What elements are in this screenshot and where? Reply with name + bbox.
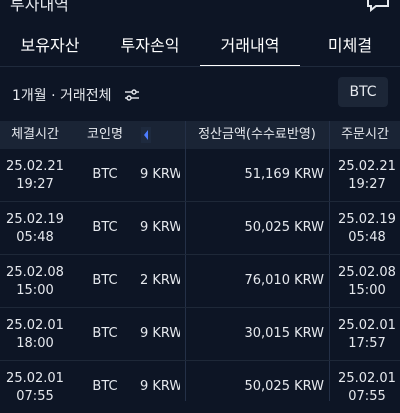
order-time: 25.02.19 05:48: [338, 212, 396, 245]
order-time: 25.02.01 07:55: [338, 371, 396, 404]
exec-time: 25.02.01 18:00: [6, 318, 64, 351]
clipped-amount: 9 KRW: [140, 326, 180, 341]
coin-name: BTC: [92, 220, 118, 235]
header-settlement-amount: 정산금액(수수료반영): [198, 127, 316, 142]
header-order-time: 주문시간: [341, 127, 389, 142]
coin-name: BTC: [92, 167, 118, 182]
order-time: 25.02.21 19:27: [338, 159, 396, 192]
exec-time: 25.02.08 15:00: [6, 265, 64, 298]
order-time: 25.02.01 17:57: [338, 318, 396, 351]
top-bar: 투자내역: [0, 0, 400, 14]
tab-profit-loss[interactable]: 투자손익: [100, 26, 200, 66]
filter-bar: 1개월 · 거래전체 BTC: [0, 77, 400, 111]
coin-name: BTC: [92, 379, 118, 394]
header-coin: 코인명: [87, 127, 123, 142]
coin-filter-button[interactable]: BTC: [338, 77, 388, 107]
table-row[interactable]: 25.02.08 15:00 BTC 2 KRW 76,010 KRW 25.02…: [0, 255, 400, 308]
settlement-amount: 51,169 KRW: [244, 167, 324, 182]
tab-pending-orders[interactable]: 미체결: [300, 26, 400, 66]
settlement-amount: 50,025 KRW: [244, 379, 324, 394]
settlement-amount: 30,015 KRW: [244, 326, 324, 341]
chat-icon[interactable]: [366, 0, 390, 14]
clipped-amount: 9 KRW: [140, 167, 180, 182]
table-row[interactable]: 25.02.01 07:55 BTC 9 KRW 50,025 KRW 25.02…: [0, 361, 400, 413]
table-row[interactable]: 25.02.21 19:27 BTC 9 KRW 51,169 KRW 25.02…: [0, 149, 400, 202]
table-header: 체결시간 코인명 정산금액(수수료반영) 주문시간: [0, 121, 400, 149]
page-title: 투자내역: [10, 0, 69, 14]
clipped-amount: 2 KRW: [140, 273, 180, 288]
coin-name: BTC: [92, 273, 118, 288]
exec-time: 25.02.21 19:27: [6, 159, 64, 192]
exec-time: 25.02.01 07:55: [6, 371, 64, 404]
table-row[interactable]: 25.02.01 18:00 BTC 9 KRW 30,015 KRW 25.02…: [0, 308, 400, 361]
clipped-amount: 9 KRW: [140, 220, 180, 235]
table-row[interactable]: 25.02.19 05:48 BTC 9 KRW 50,025 KRW 25.02…: [0, 202, 400, 255]
exec-time: 25.02.19 05:48: [6, 212, 64, 245]
clipped-amount: 9 KRW: [140, 379, 180, 394]
scroll-left-arrow-icon[interactable]: [141, 127, 151, 143]
header-exec-time: 체결시간: [11, 127, 59, 142]
coin-name: BTC: [92, 326, 118, 341]
period-filter[interactable]: 1개월 · 거래전체: [12, 85, 112, 105]
sliders-icon[interactable]: [124, 87, 140, 106]
tabs-divider: [0, 66, 400, 67]
tab-bar: 보유자산 투자손익 거래내역 미체결: [0, 26, 400, 67]
order-time: 25.02.08 15:00: [338, 265, 396, 298]
settlement-amount: 50,025 KRW: [244, 220, 324, 235]
tab-transaction-history[interactable]: 거래내역: [200, 26, 300, 67]
settlement-amount: 76,010 KRW: [244, 273, 324, 288]
tab-holdings[interactable]: 보유자산: [0, 26, 100, 66]
